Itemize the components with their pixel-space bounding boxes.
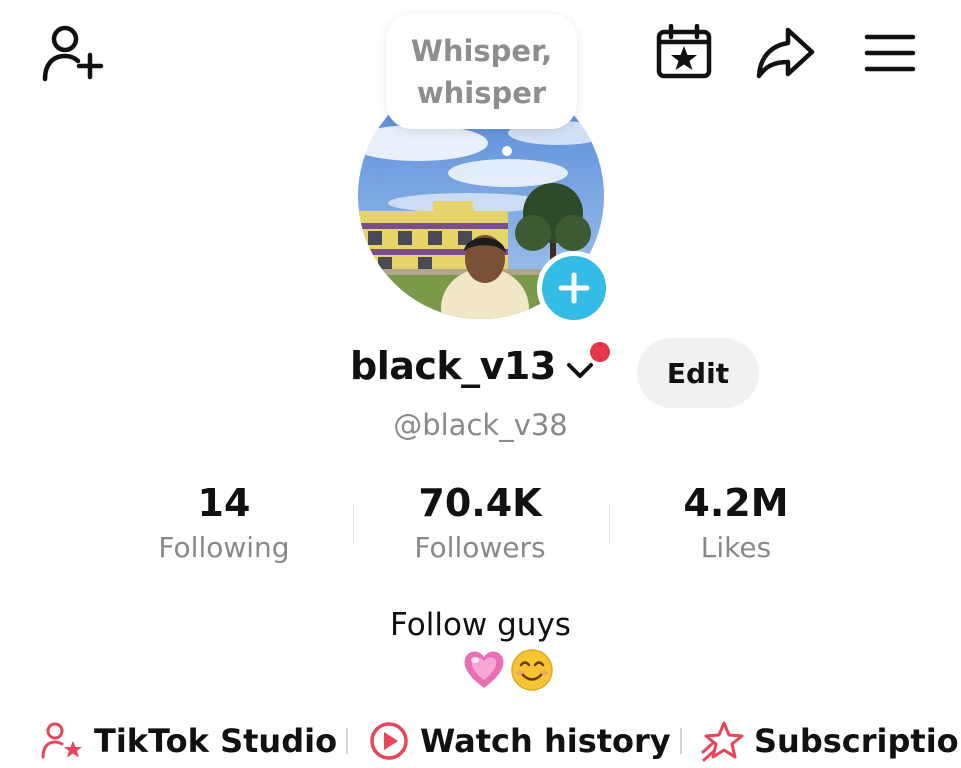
- chevron-down-icon: [567, 363, 593, 378]
- star-ribbon-icon: [701, 721, 744, 762]
- tiktok-studio-label: TikTok Studio: [94, 722, 338, 760]
- add-story-button[interactable]: [537, 251, 611, 325]
- edit-profile-button[interactable]: Edit: [637, 338, 759, 408]
- calendar-button[interactable]: [652, 22, 716, 82]
- watch-history-label: Watch history: [420, 722, 671, 760]
- stat-following[interactable]: 14 Following: [104, 480, 344, 568]
- heart-emoji-icon: [464, 651, 504, 688]
- likes-label: Likes: [700, 531, 772, 564]
- whisper-line-1: Whisper,: [410, 33, 553, 68]
- person-plus-icon: [42, 25, 104, 82]
- menu-button[interactable]: [860, 28, 920, 78]
- link-separator: [346, 728, 348, 754]
- stat-divider: [353, 503, 354, 545]
- likes-count: 4.2M: [683, 481, 789, 525]
- notification-dot: [590, 342, 610, 362]
- stat-followers[interactable]: 70.4K Followers: [360, 480, 600, 568]
- whisper-bubble[interactable]: Whisper, whisper: [386, 14, 577, 129]
- account-switch-chevron[interactable]: [566, 362, 594, 385]
- link-separator: [680, 728, 682, 754]
- subscription-label: Subscriptior: [754, 722, 961, 760]
- play-circle-icon: [370, 722, 408, 760]
- profile-handle: @black_v38: [393, 408, 568, 442]
- bio-emojis: [462, 648, 554, 692]
- profile-bio: Follow guys: [390, 607, 571, 643]
- following-count: 14: [197, 481, 251, 525]
- followers-label: Followers: [414, 531, 546, 564]
- calendar-star-icon: [656, 24, 712, 79]
- stat-divider: [609, 503, 610, 545]
- profile-username[interactable]: black_v13: [350, 344, 556, 388]
- share-arrow-icon: [756, 27, 815, 79]
- hamburger-menu-icon: [864, 34, 916, 72]
- studio-person-star-icon: [41, 722, 82, 759]
- followers-count: 70.4K: [418, 481, 542, 525]
- following-label: Following: [158, 531, 290, 564]
- share-profile-button[interactable]: [752, 22, 818, 82]
- whisper-bubble-tail: [502, 146, 512, 156]
- tiktok-studio-link[interactable]: TikTok Studio: [40, 716, 337, 766]
- plus-icon: [558, 272, 590, 304]
- add-friend-button[interactable]: [36, 22, 106, 84]
- whisper-line-2: whisper: [416, 75, 547, 110]
- stat-likes[interactable]: 4.2M Likes: [616, 480, 856, 568]
- smile-emoji-icon: [511, 649, 553, 691]
- subscription-link[interactable]: Subscriptior: [700, 716, 961, 766]
- watch-history-link[interactable]: Watch history: [368, 716, 671, 766]
